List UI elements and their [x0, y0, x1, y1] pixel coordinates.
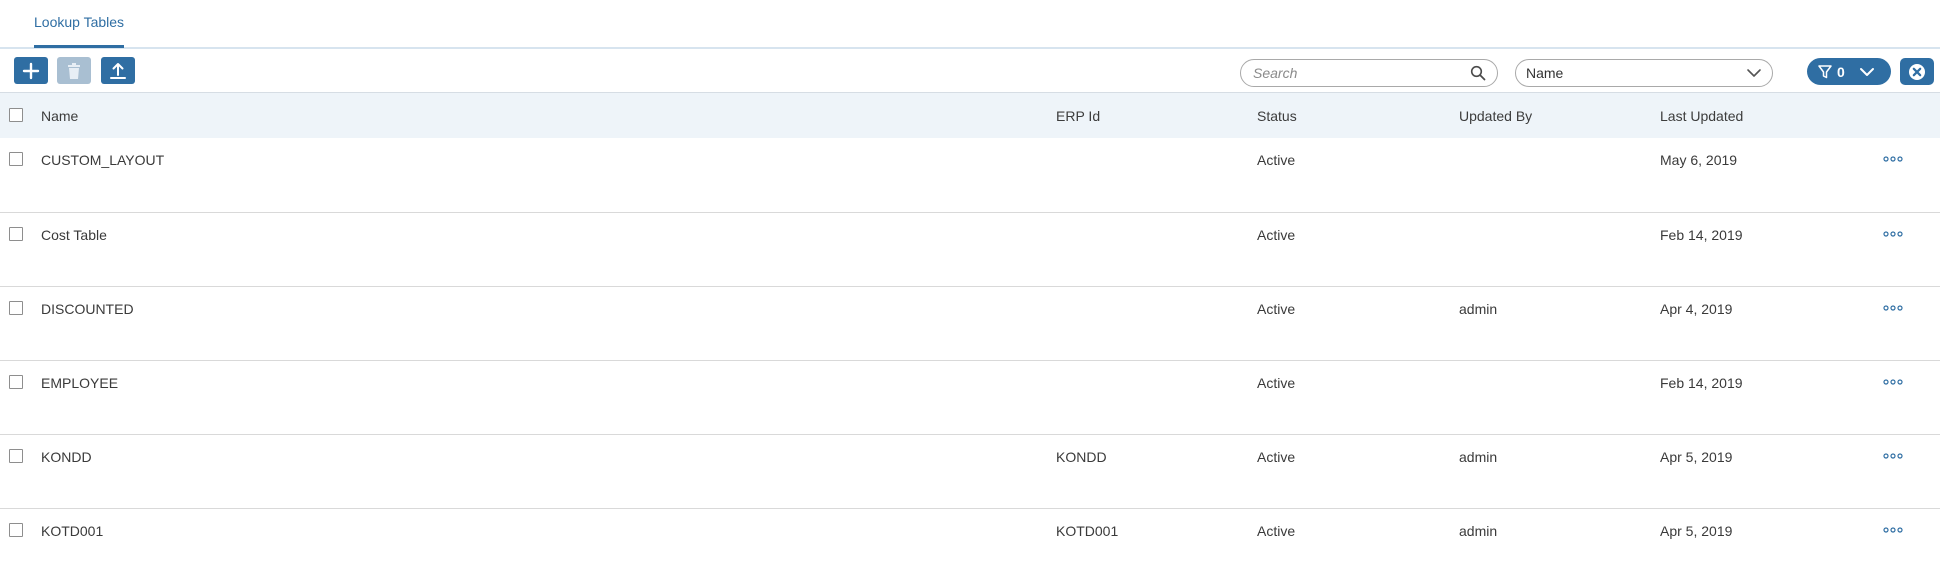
column-header-last-updated[interactable]: Last Updated — [1660, 93, 1875, 138]
chevron-down-icon — [1859, 67, 1874, 76]
cell-status: Active — [1257, 152, 1296, 168]
more-options-icon[interactable] — [1883, 304, 1903, 311]
clear-filters-button[interactable] — [1900, 58, 1934, 85]
more-options-icon[interactable] — [1883, 526, 1903, 533]
search-icon[interactable] — [1467, 62, 1489, 84]
toolbar: Name 0 — [0, 49, 1940, 93]
cell-erp-id — [1056, 287, 1257, 301]
upload-button[interactable] — [101, 57, 135, 84]
sort-field-select[interactable]: Name — [1515, 59, 1773, 87]
row-checkbox[interactable] — [9, 522, 23, 537]
filter-count: 0 — [1837, 63, 1845, 80]
chevron-down-icon — [1747, 69, 1761, 77]
column-header-name[interactable]: Name — [41, 93, 1056, 138]
add-icon — [22, 62, 40, 79]
cell-updated-by — [1459, 361, 1660, 375]
more-options-icon[interactable] — [1883, 452, 1903, 459]
cell-updated-by — [1459, 138, 1660, 152]
cell-status: Active — [1257, 374, 1296, 391]
cell-last-updated: Apr 5, 2019 — [1660, 448, 1733, 465]
cell-name: CUSTOM_LAYOUT — [41, 152, 165, 168]
cell-name: Cost Table — [41, 226, 107, 243]
table-row[interactable]: CUSTOM_LAYOUT Active May 6, 2019 — [0, 138, 1940, 212]
close-circle-icon — [1909, 63, 1925, 80]
select-all-checkbox[interactable] — [9, 108, 23, 122]
cell-updated-by: admin — [1459, 448, 1498, 465]
table-row[interactable]: EMPLOYEE Active Feb 14, 2019 — [0, 360, 1940, 434]
cell-last-updated: Apr 5, 2019 — [1660, 522, 1733, 539]
upload-icon — [110, 62, 126, 79]
tab-lookup-tables[interactable]: Lookup Tables — [34, 0, 125, 48]
sort-field-value: Name — [1526, 65, 1564, 81]
cell-name: KOTD001 — [41, 522, 104, 539]
row-checkbox[interactable] — [9, 448, 23, 463]
more-options-icon[interactable] — [1883, 378, 1903, 385]
table-header-row: Name ERP Id Status Updated By Last Updat… — [0, 93, 1940, 138]
tab-bar: Lookup Tables — [0, 0, 1940, 49]
delete-button[interactable] — [57, 57, 91, 84]
trash-icon — [68, 62, 80, 79]
cell-erp-id: KONDD — [1056, 448, 1107, 465]
cell-name: EMPLOYEE — [41, 374, 119, 391]
table-row[interactable]: KONDD KONDD Active admin Apr 5, 2019 — [0, 434, 1940, 508]
add-button[interactable] — [14, 57, 48, 84]
column-header-updated-by[interactable]: Updated By — [1459, 93, 1660, 138]
cell-status: Active — [1257, 226, 1296, 243]
row-checkbox[interactable] — [9, 374, 23, 389]
row-checkbox[interactable] — [9, 300, 23, 315]
cell-erp-id: KOTD001 — [1056, 522, 1119, 539]
lookup-tables-table: Name ERP Id Status Updated By Last Updat… — [0, 93, 1940, 582]
cell-status: Active — [1257, 522, 1296, 539]
cell-name: KONDD — [41, 448, 92, 465]
cell-erp-id — [1056, 213, 1257, 227]
more-options-icon[interactable] — [1883, 230, 1903, 237]
row-checkbox[interactable] — [9, 152, 23, 166]
column-header-erp-id[interactable]: ERP Id — [1056, 93, 1257, 138]
cell-last-updated: Feb 14, 2019 — [1660, 374, 1743, 391]
cell-last-updated: May 6, 2019 — [1660, 152, 1738, 168]
cell-erp-id — [1056, 361, 1257, 375]
cell-last-updated: Feb 14, 2019 — [1660, 226, 1743, 243]
filter-icon — [1818, 64, 1832, 78]
cell-updated-by: admin — [1459, 522, 1498, 539]
filter-button[interactable]: 0 — [1807, 58, 1891, 85]
cell-last-updated: Apr 4, 2019 — [1660, 300, 1733, 317]
table-row[interactable]: KOTD001 KOTD001 Active admin Apr 5, 2019 — [0, 508, 1940, 582]
more-options-icon[interactable] — [1883, 156, 1903, 162]
cell-erp-id — [1056, 138, 1257, 152]
cell-updated-by: admin — [1459, 300, 1498, 317]
cell-status: Active — [1257, 448, 1296, 465]
search-input[interactable] — [1251, 61, 1467, 85]
table-row[interactable]: DISCOUNTED Active admin Apr 4, 2019 — [0, 286, 1940, 360]
search-box — [1240, 59, 1498, 87]
cell-status: Active — [1257, 300, 1296, 317]
table-row[interactable]: Cost Table Active Feb 14, 2019 — [0, 212, 1940, 286]
column-header-status[interactable]: Status — [1257, 93, 1459, 138]
row-checkbox[interactable] — [9, 226, 23, 241]
cell-updated-by — [1459, 213, 1660, 227]
cell-name: DISCOUNTED — [41, 300, 134, 317]
